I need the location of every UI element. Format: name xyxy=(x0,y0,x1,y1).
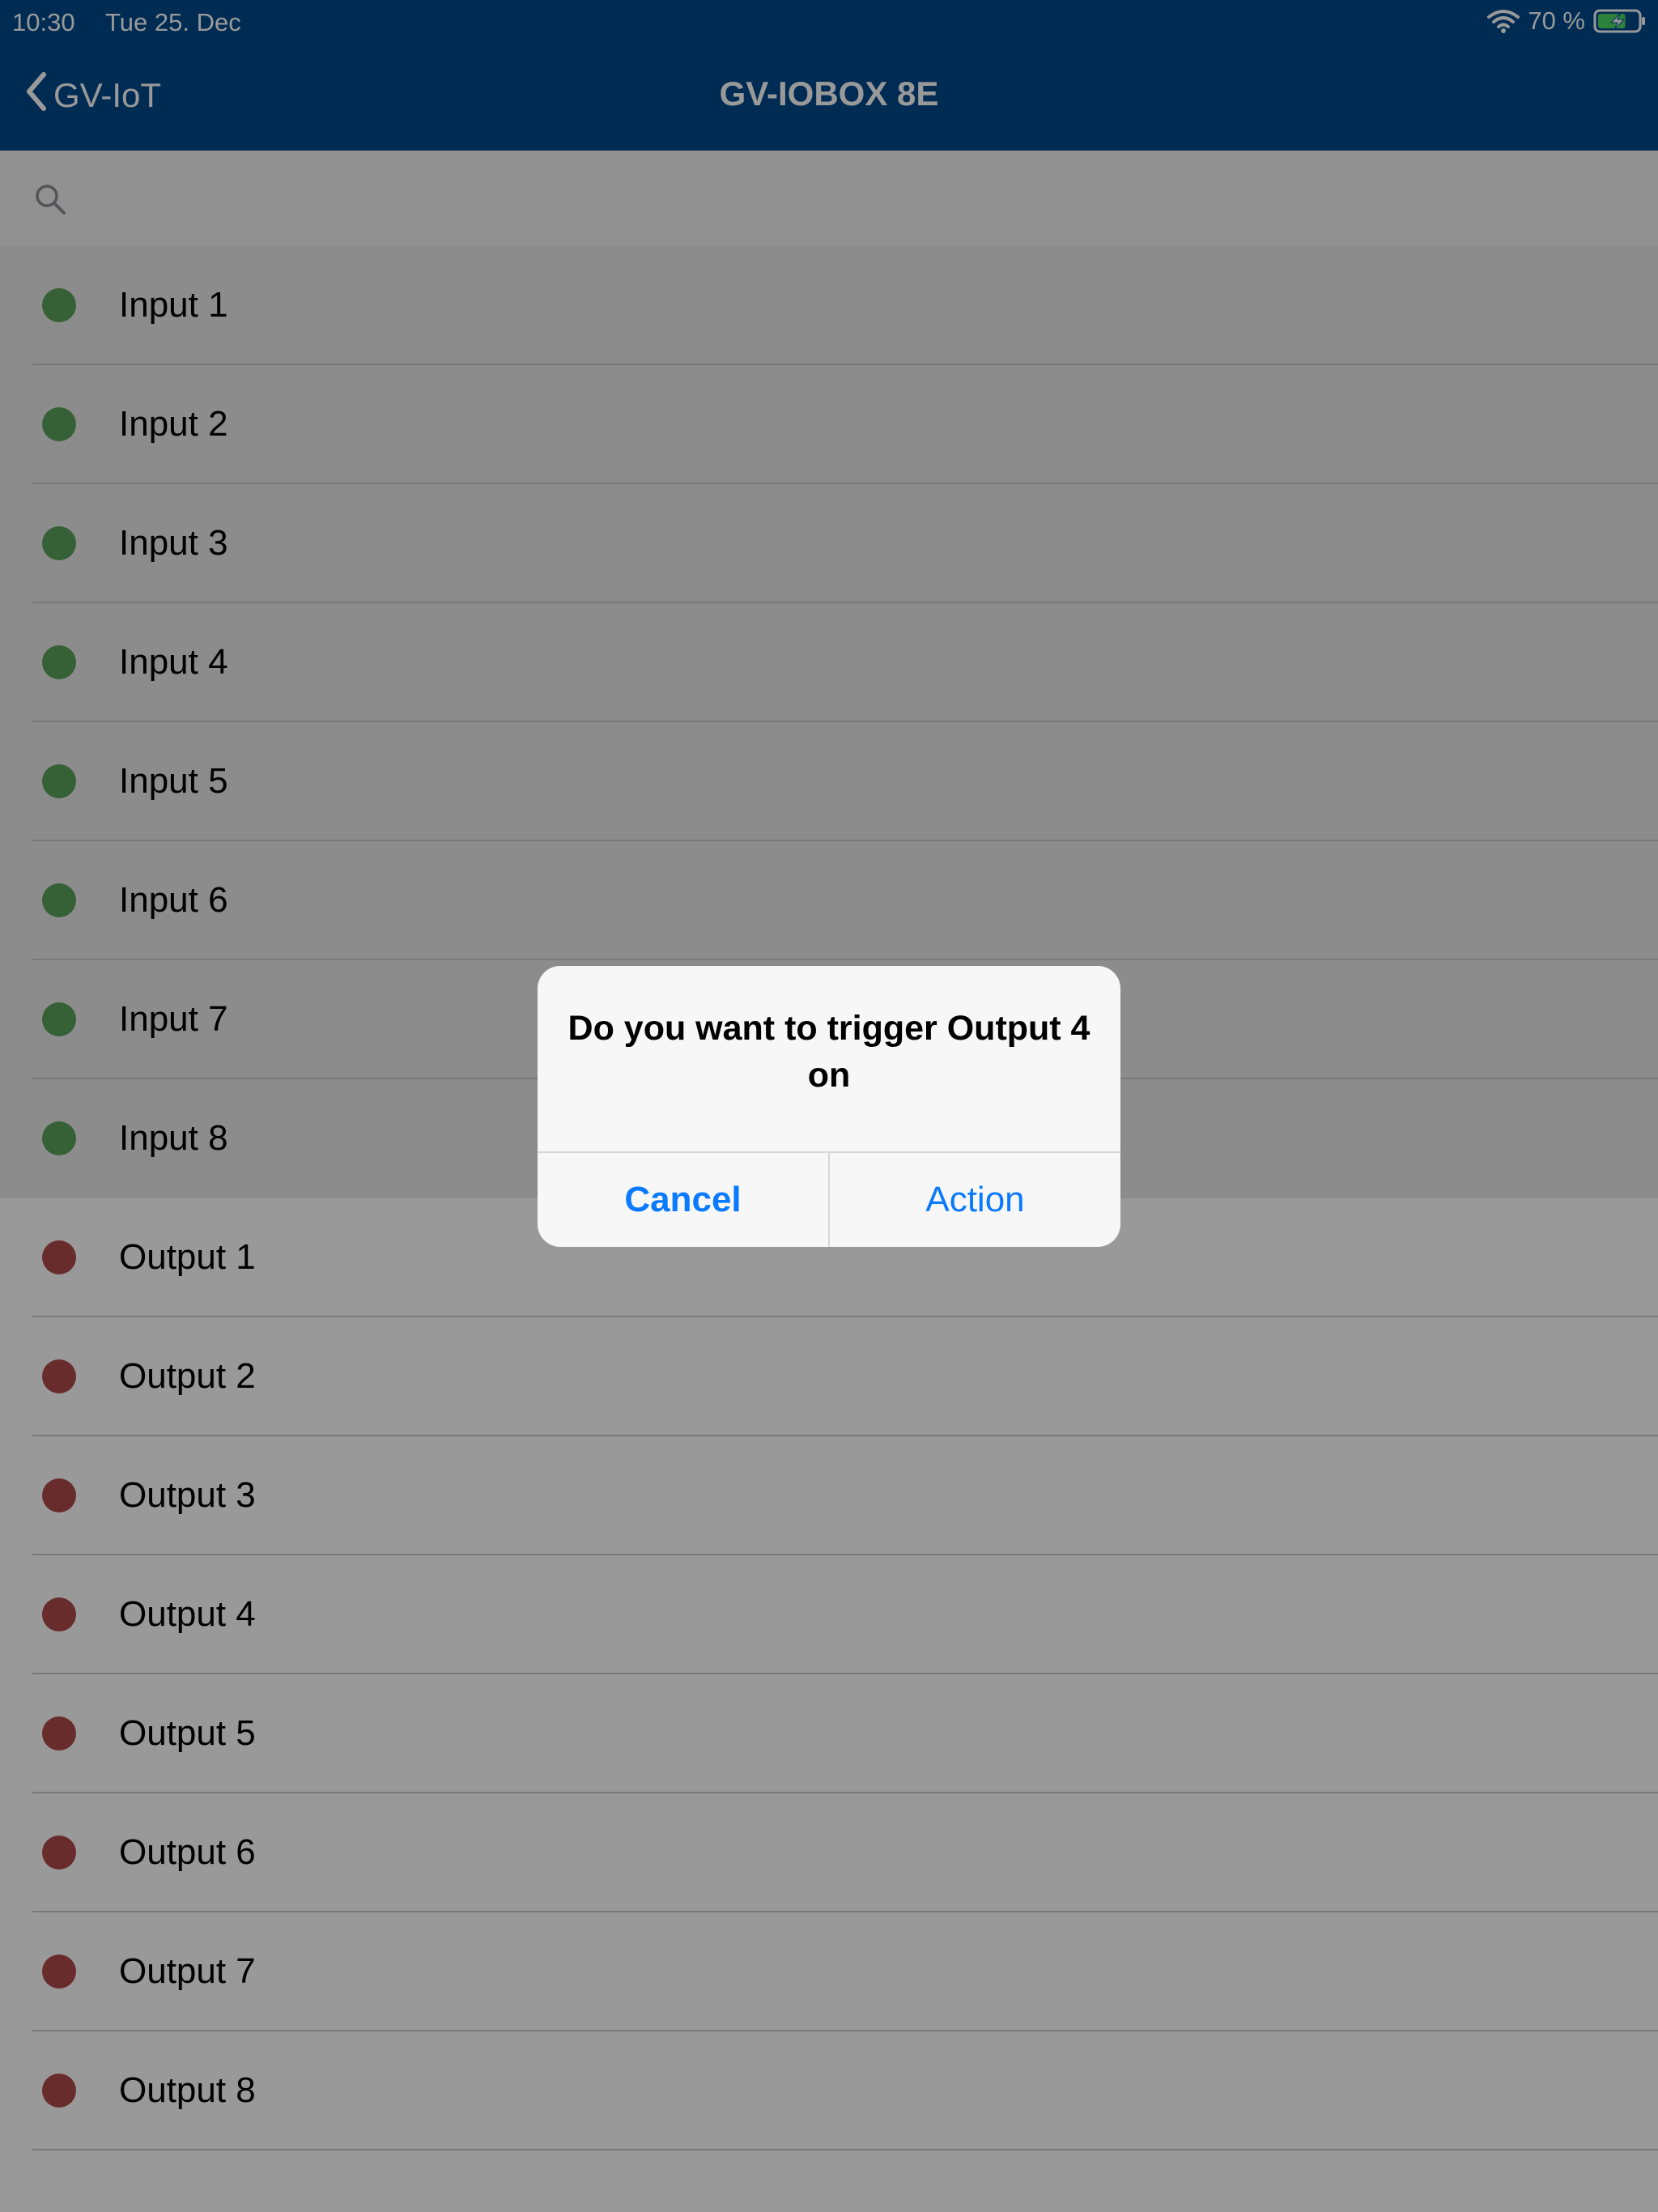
confirmation-alert: Do you want to trigger Output 4 on Cance… xyxy=(538,966,1120,1247)
screen: 10:30 Tue 25. Dec 70 % GV-IoT GV-IOBOX 8… xyxy=(0,0,1658,2212)
alert-message: Do you want to trigger Output 4 on xyxy=(568,1009,1090,1095)
action-button[interactable]: Action xyxy=(830,1153,1120,1247)
cancel-button[interactable]: Cancel xyxy=(538,1153,828,1247)
